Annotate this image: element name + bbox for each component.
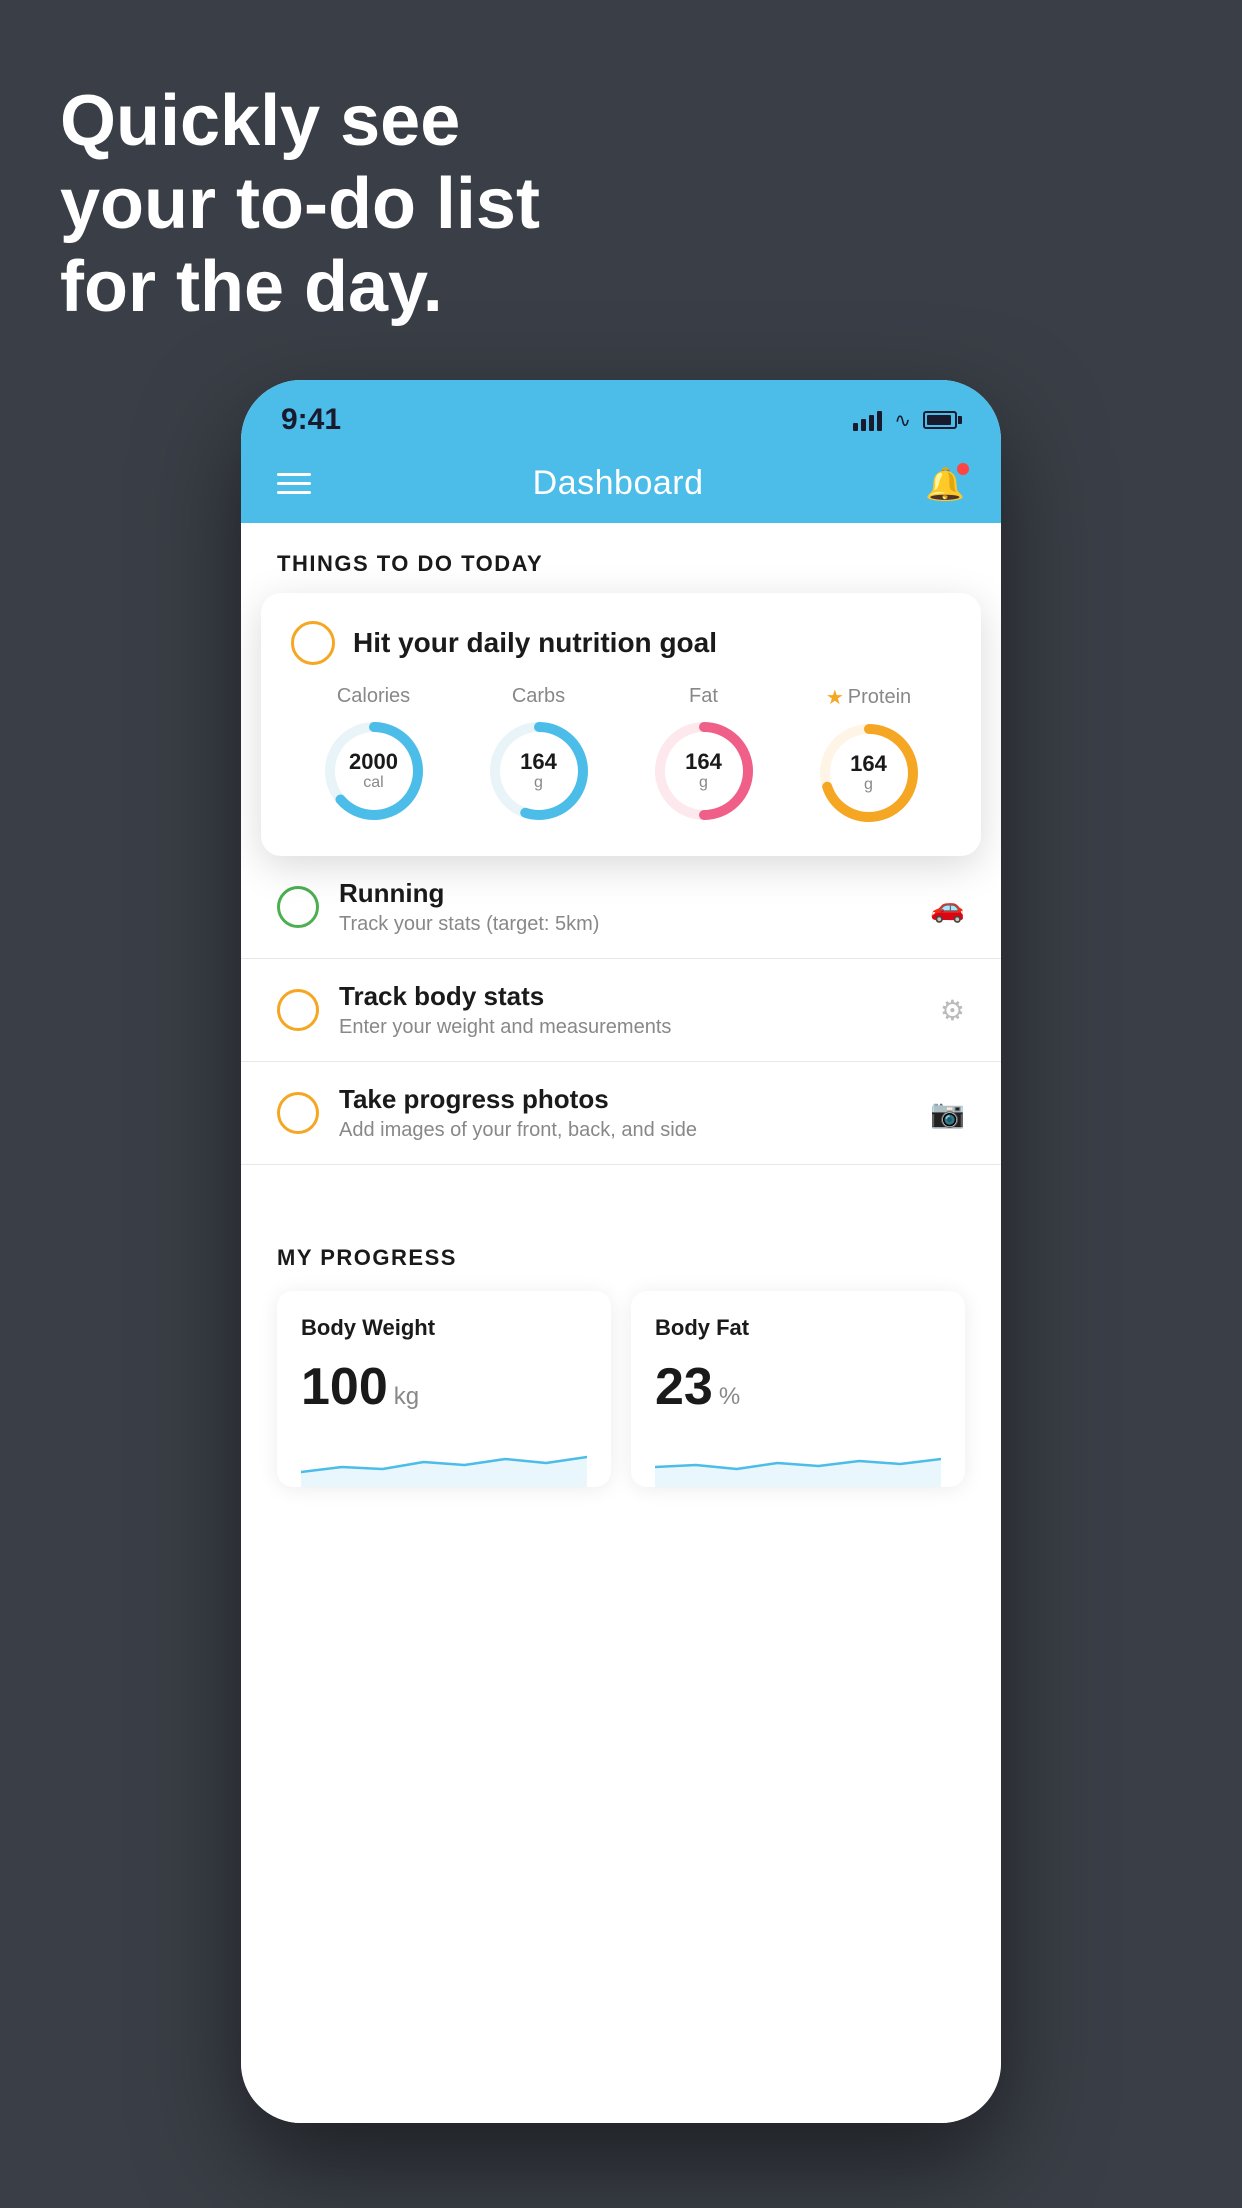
- todo-progress-photos[interactable]: Take progress photos Add images of your …: [241, 1062, 1001, 1165]
- nutrition-card[interactable]: Hit your daily nutrition goal Calories: [261, 593, 981, 856]
- scale-icon: ⚙: [940, 994, 965, 1027]
- fat-unit: g: [685, 774, 722, 792]
- nutrition-check-circle: [291, 621, 335, 665]
- fat-item: Fat 164 g: [649, 685, 759, 826]
- protein-ring: 164 g: [814, 718, 924, 828]
- hero-line1: Quickly see: [60, 80, 540, 163]
- carbs-item: Carbs 164 g: [484, 685, 594, 826]
- body-fat-card[interactable]: Body Fat 23 %: [631, 1291, 965, 1487]
- carbs-value: 164: [520, 750, 557, 774]
- phone-mockup: 9:41 ∿ Dashboard: [241, 380, 1001, 2123]
- progress-title: MY PROGRESS: [277, 1245, 965, 1271]
- body-weight-number: 100: [301, 1357, 388, 1417]
- status-icons: ∿: [853, 408, 961, 433]
- protein-item: ★ Protein 164 g: [814, 685, 924, 828]
- body-fat-value: 23 %: [655, 1357, 941, 1417]
- body-weight-chart: [301, 1437, 587, 1487]
- wifi-icon: ∿: [894, 408, 911, 433]
- running-check: [277, 886, 319, 928]
- body-weight-card[interactable]: Body Weight 100 kg: [277, 1291, 611, 1487]
- running-subtitle: Track your stats (target: 5km): [339, 913, 930, 936]
- main-content: THINGS TO DO TODAY Hit your daily nutrit…: [241, 523, 1001, 2123]
- body-stats-check: [277, 989, 319, 1031]
- progress-cards: Body Weight 100 kg: [277, 1291, 965, 1487]
- star-icon: ★: [826, 685, 844, 710]
- phone-screen: 9:41 ∿ Dashboard: [241, 380, 1001, 2123]
- calories-ring: 2000 cal: [319, 716, 429, 826]
- body-fat-chart: [655, 1437, 941, 1487]
- body-fat-number: 23: [655, 1357, 713, 1417]
- calories-unit: cal: [349, 774, 398, 792]
- progress-photos-text: Take progress photos Add images of your …: [339, 1084, 930, 1142]
- battery-icon: [923, 411, 957, 429]
- protein-unit: g: [850, 776, 887, 794]
- progress-section: MY PROGRESS Body Weight 100 kg: [241, 1215, 1001, 1517]
- nav-title: Dashboard: [533, 464, 704, 503]
- running-title: Running: [339, 878, 930, 909]
- body-stats-text: Track body stats Enter your weight and m…: [339, 981, 940, 1039]
- body-fat-unit: %: [719, 1383, 740, 1411]
- running-text: Running Track your stats (target: 5km): [339, 878, 930, 936]
- hero-line3: for the day.: [60, 246, 540, 329]
- fat-ring: 164 g: [649, 716, 759, 826]
- calories-value: 2000: [349, 750, 398, 774]
- body-stats-title: Track body stats: [339, 981, 940, 1012]
- card-header: Hit your daily nutrition goal: [291, 621, 951, 665]
- hero-line2: your to-do list: [60, 163, 540, 246]
- status-time: 9:41: [281, 403, 341, 437]
- protein-value: 164: [850, 752, 887, 776]
- todo-body-stats[interactable]: Track body stats Enter your weight and m…: [241, 959, 1001, 1062]
- notification-dot: [957, 463, 969, 475]
- protein-label: ★ Protein: [826, 685, 911, 710]
- todo-running[interactable]: Running Track your stats (target: 5km) 🚗: [241, 856, 1001, 959]
- body-stats-subtitle: Enter your weight and measurements: [339, 1016, 940, 1039]
- calories-item: Calories 2000 cal: [319, 685, 429, 826]
- fat-value: 164: [685, 750, 722, 774]
- carbs-label: Carbs: [512, 685, 565, 708]
- calories-label: Calories: [337, 685, 410, 708]
- hero-text: Quickly see your to-do list for the day.: [60, 80, 540, 328]
- nutrition-goals: Calories 2000 cal: [291, 685, 951, 828]
- progress-photos-subtitle: Add images of your front, back, and side: [339, 1119, 930, 1142]
- body-weight-value: 100 kg: [301, 1357, 587, 1417]
- body-fat-title: Body Fat: [655, 1315, 941, 1341]
- status-bar: 9:41 ∿: [241, 380, 1001, 450]
- nav-bar: Dashboard 🔔: [241, 450, 1001, 523]
- menu-button[interactable]: [277, 473, 311, 494]
- body-weight-title: Body Weight: [301, 1315, 587, 1341]
- section-title: THINGS TO DO TODAY: [277, 551, 543, 576]
- fat-label: Fat: [689, 685, 718, 708]
- body-weight-unit: kg: [394, 1383, 419, 1411]
- section-header: THINGS TO DO TODAY: [241, 523, 1001, 593]
- shoe-icon: 🚗: [930, 891, 965, 924]
- signal-icon: [853, 409, 882, 431]
- carbs-unit: g: [520, 774, 557, 792]
- nutrition-card-title: Hit your daily nutrition goal: [353, 627, 717, 659]
- photo-icon: 📷: [930, 1097, 965, 1130]
- notification-button[interactable]: 🔔: [925, 465, 965, 503]
- progress-photos-title: Take progress photos: [339, 1084, 930, 1115]
- progress-photos-check: [277, 1092, 319, 1134]
- carbs-ring: 164 g: [484, 716, 594, 826]
